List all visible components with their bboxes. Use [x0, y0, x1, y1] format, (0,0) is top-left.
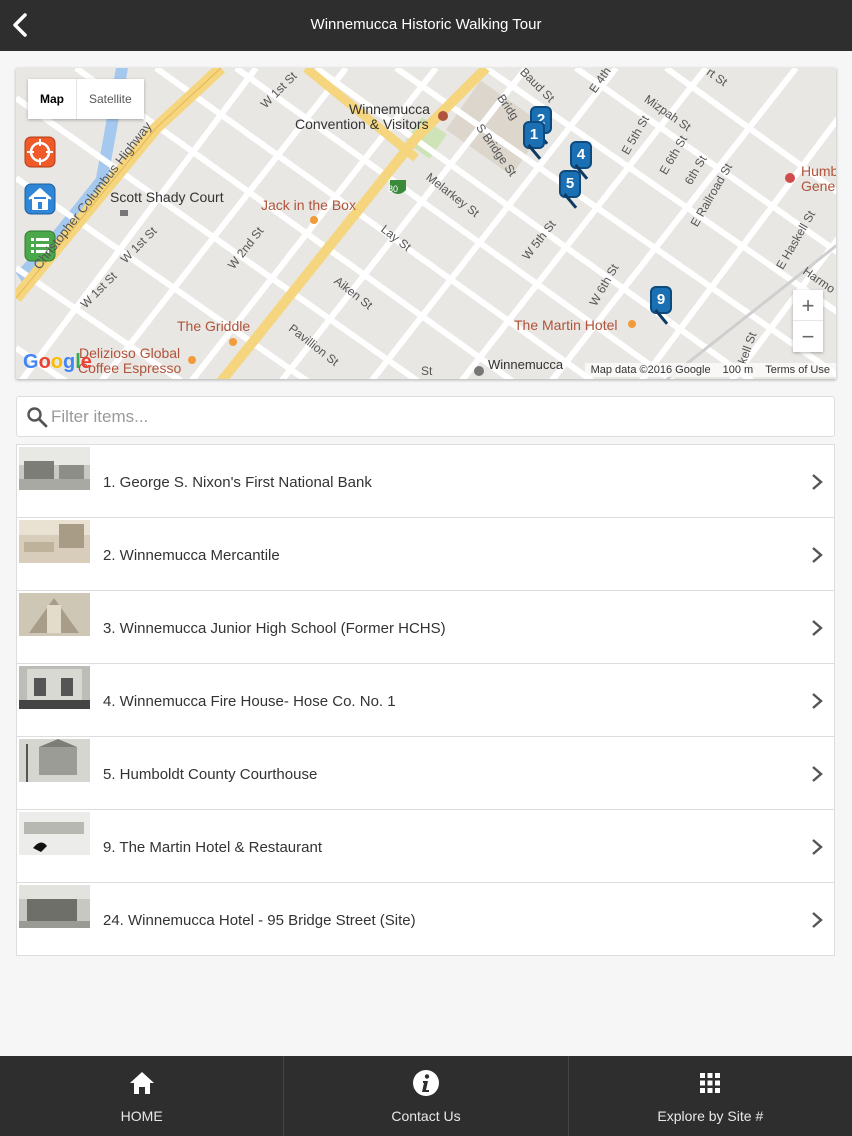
map-attribution-bar: Map data ©2016 Google 100 m Terms of Use [584, 363, 836, 377]
filter-input[interactable] [51, 397, 821, 436]
chevron-right-icon [812, 839, 823, 855]
zoom-in-button[interactable]: + [793, 290, 823, 321]
map-type-control: Map Satellite [28, 79, 144, 119]
site-thumbnail [19, 520, 90, 563]
home-map-icon[interactable] [24, 183, 56, 215]
list-item-label: 5. Humboldt County Courthouse [103, 766, 318, 783]
map-view[interactable]: Map Satellite Winnemucca Convention & Vi… [16, 68, 836, 379]
nav-home[interactable]: HOME [0, 1056, 283, 1136]
chevron-right-icon [812, 620, 823, 636]
map-scale: 100 m [722, 364, 754, 376]
map-label-winnemucca-bottom: Winnemucca [488, 357, 564, 372]
list-item-label: 9. The Martin Hotel & Restaurant [103, 839, 322, 856]
list-item-label: 24. Winnemucca Hotel - 95 Bridge Street … [103, 912, 416, 929]
list-item[interactable]: 5. Humboldt County Courthouse [17, 737, 834, 810]
map-label-martin: The Martin Hotel [514, 317, 618, 333]
map-label-convention2: Convention & Visitors [295, 116, 429, 132]
filter-box [16, 396, 835, 437]
map-label-jack: Jack in the Box [261, 197, 356, 213]
map-type-satellite-button[interactable]: Satellite [76, 79, 144, 119]
nav-explore[interactable]: Explore by Site # [567, 1056, 852, 1136]
search-icon [27, 407, 48, 428]
app-header: Winnemucca Historic Walking Tour [0, 0, 852, 51]
map-type-map-button[interactable]: Map [28, 79, 76, 119]
site-thumbnail [19, 447, 90, 490]
zoom-out-button[interactable]: − [793, 321, 823, 352]
zoom-control: + − [793, 290, 823, 352]
map-label-griddle: The Griddle [177, 318, 251, 334]
info-icon [412, 1070, 439, 1096]
site-thumbnail [19, 666, 90, 709]
site-thumbnail [19, 812, 90, 855]
list-item-label: 1. George S. Nixon's First National Bank [103, 474, 372, 491]
grid-icon [700, 1073, 721, 1093]
list-item[interactable]: 24. Winnemucca Hotel - 95 Bridge Street … [17, 883, 834, 955]
site-thumbnail [19, 885, 90, 928]
list-item[interactable]: 1. George S. Nixon's First National Bank [17, 445, 834, 518]
nav-home-label: HOME [120, 1108, 163, 1124]
map-marker-1[interactable]: 1 [523, 121, 551, 163]
map-marker-9[interactable]: 9 [650, 286, 678, 328]
list-item[interactable]: 4. Winnemucca Fire House- Hose Co. No. 1 [17, 664, 834, 737]
street-label-st-bottom: St [421, 364, 433, 378]
sites-list: 1. George S. Nixon's First National Bank… [16, 444, 835, 956]
google-logo: Google [23, 351, 92, 373]
map-label-scott: Scott Shady Court [110, 189, 224, 205]
map-label-humboldt: Humb [801, 163, 836, 179]
map-label-convention: Winnemucca [349, 101, 430, 117]
chevron-right-icon [812, 766, 823, 782]
list-item-label: 3. Winnemucca Junior High School (Former… [103, 620, 446, 637]
nav-contact[interactable]: Contact Us [283, 1056, 567, 1136]
home-icon [129, 1072, 154, 1094]
chevron-right-icon [812, 912, 823, 928]
list-item-label: 2. Winnemucca Mercantile [103, 547, 280, 564]
list-item[interactable]: 2. Winnemucca Mercantile [17, 518, 834, 591]
map-label-general: Gene [801, 178, 836, 194]
map-label-delizioso: Delizioso Global [79, 345, 181, 361]
chevron-right-icon [812, 474, 823, 490]
terms-of-use-link[interactable]: Terms of Use [765, 364, 830, 376]
site-thumbnail [19, 739, 90, 782]
list-item-label: 4. Winnemucca Fire House- Hose Co. No. 1 [103, 693, 396, 710]
map-label-espresso: Coffee Espresso [78, 360, 182, 376]
map-attribution: Map data ©2016 Google [590, 364, 711, 376]
list-item[interactable]: 3. Winnemucca Junior High School (Former… [17, 591, 834, 664]
bottom-nav: HOME Contact Us Explore by Site # [0, 1056, 852, 1136]
list-item[interactable]: 9. The Martin Hotel & Restaurant [17, 810, 834, 883]
map-marker-5[interactable]: 5 [559, 170, 587, 212]
i80-shield-label: 80 [388, 184, 399, 194]
nav-contact-label: Contact Us [391, 1108, 461, 1124]
locate-target-icon[interactable] [24, 136, 56, 168]
chevron-right-icon [812, 547, 823, 563]
chevron-right-icon [812, 693, 823, 709]
nav-explore-label: Explore by Site # [657, 1108, 764, 1124]
page-title: Winnemucca Historic Walking Tour [310, 16, 542, 33]
site-thumbnail [19, 593, 90, 636]
